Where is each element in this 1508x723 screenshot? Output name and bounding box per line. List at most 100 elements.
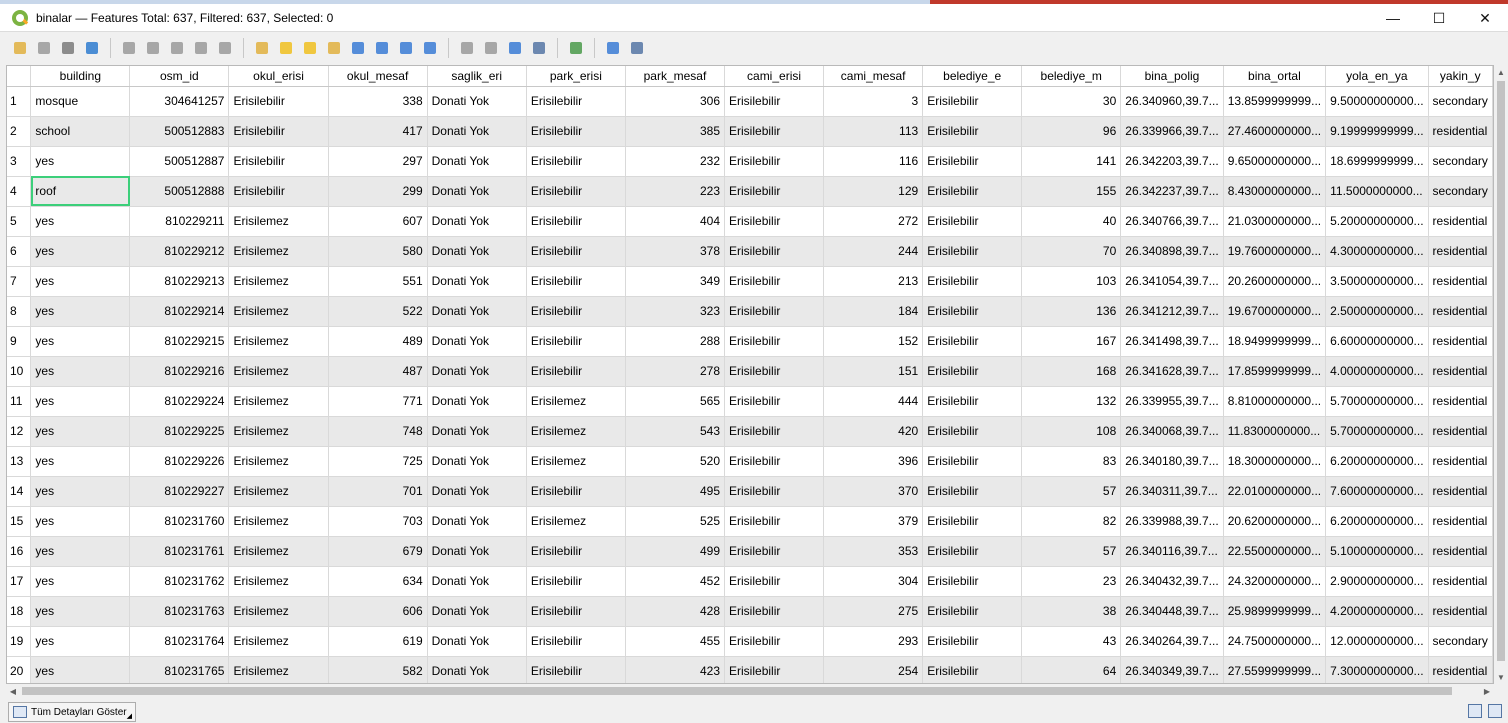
row-header[interactable]: 15 — [7, 506, 32, 537]
cell-osm_id[interactable]: 810231762 — [129, 566, 230, 597]
cell-saglik_eri[interactable]: Donati Yok — [427, 386, 527, 417]
cell-bina_polig[interactable]: 26.340448,39.7... — [1120, 596, 1224, 627]
cell-building[interactable]: yes — [30, 386, 131, 417]
cell-belediye_e[interactable]: Erisilebilir — [922, 356, 1023, 387]
cell-park_mesaf[interactable]: 288 — [625, 326, 726, 357]
cell-bina_ortal[interactable]: 19.6700000000... — [1223, 296, 1327, 327]
cell-bina_polig[interactable]: 26.341212,39.7... — [1120, 296, 1224, 327]
cell-park_erisi[interactable]: Erisilebilir — [526, 656, 626, 683]
cell-saglik_eri[interactable]: Donati Yok — [427, 446, 527, 477]
cell-belediye_m[interactable]: 82 — [1021, 506, 1122, 537]
cell-bina_polig[interactable]: 26.340264,39.7... — [1120, 626, 1224, 657]
cell-yakin_y[interactable]: residential — [1428, 326, 1493, 357]
table-row[interactable]: 13 yes 810229226 Erisilemez 725 Donati Yok Eri… — [7, 446, 1493, 477]
cell-park_erisi[interactable]: Erisilebilir — [526, 596, 626, 627]
column-header-belediye_m[interactable]: belediye_m — [1021, 66, 1122, 87]
cell-yola_en_ya[interactable]: 11.5000000000... — [1325, 176, 1429, 207]
horizontal-scroll-thumb[interactable] — [22, 687, 1452, 695]
cell-cami_erisi[interactable]: Erisilebilir — [724, 146, 825, 177]
column-header-osm_id[interactable]: osm_id — [129, 66, 230, 87]
cell-yola_en_ya[interactable]: 6.60000000000... — [1325, 326, 1429, 357]
cell-park_mesaf[interactable]: 565 — [625, 386, 726, 417]
cell-yakin_y[interactable]: residential — [1428, 266, 1493, 297]
cell-park_mesaf[interactable]: 232 — [625, 146, 726, 177]
cell-osm_id[interactable]: 304641257 — [129, 86, 230, 117]
cell-cami_erisi[interactable]: Erisilebilir — [724, 476, 825, 507]
cell-park_mesaf[interactable]: 278 — [625, 356, 726, 387]
cell-bina_polig[interactable]: 26.342203,39.7... — [1120, 146, 1224, 177]
cell-cami_erisi[interactable]: Erisilebilir — [724, 356, 825, 387]
cell-saglik_eri[interactable]: Donati Yok — [427, 356, 527, 387]
table-row[interactable]: 11 yes 810229224 Erisilemez 771 Donati Yok Eri… — [7, 386, 1493, 417]
table-row[interactable]: 8 yes 810229214 Erisilemez 522 Donati Yok Eris… — [7, 296, 1493, 327]
cell-belediye_m[interactable]: 155 — [1021, 176, 1122, 207]
cell-okul_mesaf[interactable]: 487 — [328, 356, 428, 387]
cell-cami_erisi[interactable]: Erisilebilir — [724, 656, 825, 683]
corner-header[interactable] — [7, 66, 32, 87]
toggle-editing-icon[interactable] — [10, 38, 30, 58]
cell-okul_erisi[interactable]: Erisilemez — [228, 446, 329, 477]
cell-belediye_e[interactable]: Erisilebilir — [922, 86, 1023, 117]
cell-bina_ortal[interactable]: 27.4600000000... — [1223, 116, 1327, 147]
cell-saglik_eri[interactable]: Donati Yok — [427, 566, 527, 597]
cut-icon[interactable] — [167, 38, 187, 58]
cell-bina_polig[interactable]: 26.342237,39.7... — [1120, 176, 1224, 207]
pan-map-to-selected-icon[interactable] — [396, 38, 416, 58]
cell-okul_erisi[interactable]: Erisilebilir — [228, 176, 329, 207]
cell-bina_polig[interactable]: 26.340349,39.7... — [1120, 656, 1224, 683]
cell-yakin_y[interactable]: residential — [1428, 656, 1493, 683]
cell-cami_erisi[interactable]: Erisilebilir — [724, 626, 825, 657]
cell-building[interactable]: yes — [30, 236, 131, 267]
column-header-okul_erisi[interactable]: okul_erisi — [228, 66, 329, 87]
cell-belediye_e[interactable]: Erisilebilir — [922, 266, 1023, 297]
cell-bina_ortal[interactable]: 8.81000000000... — [1223, 386, 1327, 417]
cell-belediye_m[interactable]: 38 — [1021, 596, 1122, 627]
cell-belediye_e[interactable]: Erisilebilir — [922, 506, 1023, 537]
cell-osm_id[interactable]: 810231763 — [129, 596, 230, 627]
cell-belediye_e[interactable]: Erisilebilir — [922, 446, 1023, 477]
cell-bina_ortal[interactable]: 13.8599999999... — [1223, 86, 1327, 117]
move-selected-to-top-icon[interactable] — [372, 38, 392, 58]
row-header[interactable]: 5 — [7, 206, 32, 237]
cell-park_mesaf[interactable]: 349 — [625, 266, 726, 297]
row-header[interactable]: 1 — [7, 86, 32, 117]
row-header[interactable]: 10 — [7, 356, 32, 387]
cell-okul_mesaf[interactable]: 606 — [328, 596, 428, 627]
cell-yakin_y[interactable]: residential — [1428, 596, 1493, 627]
cell-saglik_eri[interactable]: Donati Yok — [427, 596, 527, 627]
cell-yakin_y[interactable]: residential — [1428, 566, 1493, 597]
table-row[interactable]: 6 yes 810229212 Erisilemez 580 Donati Yok Eris… — [7, 236, 1493, 267]
row-header[interactable]: 6 — [7, 236, 32, 267]
cell-bina_polig[interactable]: 26.340960,39.7... — [1120, 86, 1224, 117]
cell-park_mesaf[interactable]: 543 — [625, 416, 726, 447]
cell-park_mesaf[interactable]: 428 — [625, 596, 726, 627]
cell-okul_erisi[interactable]: Erisilebilir — [228, 86, 329, 117]
cell-osm_id[interactable]: 810231764 — [129, 626, 230, 657]
scroll-right-icon[interactable]: ▶ — [1480, 684, 1494, 698]
cell-park_mesaf[interactable]: 499 — [625, 536, 726, 567]
cell-cami_mesaf[interactable]: 213 — [823, 266, 924, 297]
cell-park_erisi[interactable]: Erisilebilir — [526, 146, 626, 177]
cell-building[interactable]: mosque — [30, 86, 131, 117]
cell-yola_en_ya[interactable]: 4.00000000000... — [1325, 356, 1429, 387]
cell-park_erisi[interactable]: Erisilebilir — [526, 176, 626, 207]
cell-saglik_eri[interactable]: Donati Yok — [427, 416, 527, 447]
cell-osm_id[interactable]: 810231765 — [129, 656, 230, 683]
cell-cami_erisi[interactable]: Erisilebilir — [724, 536, 825, 567]
cell-yakin_y[interactable]: residential — [1428, 446, 1493, 477]
cell-park_mesaf[interactable]: 520 — [625, 446, 726, 477]
cell-bina_ortal[interactable]: 21.0300000000... — [1223, 206, 1327, 237]
cell-bina_polig[interactable]: 26.340116,39.7... — [1120, 536, 1224, 567]
cell-bina_ortal[interactable]: 22.0100000000... — [1223, 476, 1327, 507]
cell-yola_en_ya[interactable]: 5.70000000000... — [1325, 416, 1429, 447]
cell-okul_erisi[interactable]: Erisilemez — [228, 656, 329, 683]
row-header[interactable]: 20 — [7, 656, 32, 683]
cell-okul_erisi[interactable]: Erisilemez — [228, 206, 329, 237]
cell-cami_erisi[interactable]: Erisilebilir — [724, 506, 825, 537]
cell-park_erisi[interactable]: Erisilebilir — [526, 476, 626, 507]
cell-okul_erisi[interactable]: Erisilebilir — [228, 146, 329, 177]
cell-park_erisi[interactable]: Erisilemez — [526, 386, 626, 417]
column-header-okul_mesaf[interactable]: okul_mesaf — [328, 66, 428, 87]
cell-cami_mesaf[interactable]: 444 — [823, 386, 924, 417]
cell-saglik_eri[interactable]: Donati Yok — [427, 146, 527, 177]
